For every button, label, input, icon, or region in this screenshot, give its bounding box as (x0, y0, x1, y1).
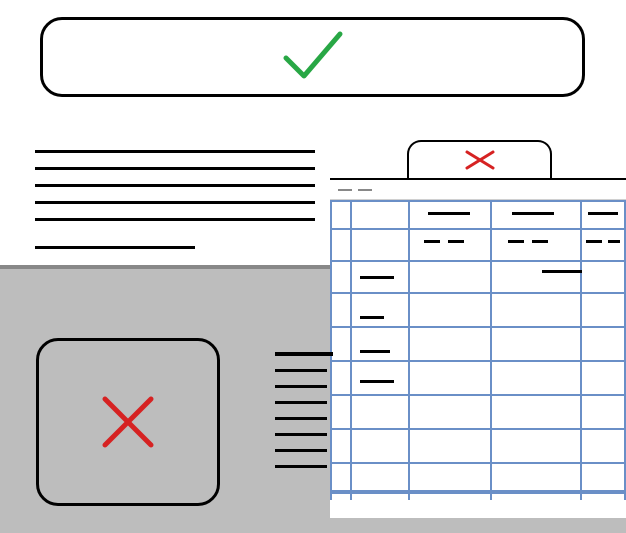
toolbar-icon (338, 189, 352, 191)
table-cell (360, 316, 384, 319)
table-cell (542, 270, 582, 273)
table-header-cell (588, 212, 618, 215)
x-icon (463, 149, 497, 171)
check-icon (278, 28, 348, 86)
table-toolbar (330, 180, 626, 200)
text-block-bottom (275, 352, 345, 481)
text-line (275, 369, 327, 372)
table-cell (532, 240, 548, 243)
text-line (35, 150, 315, 153)
table-footer-line (330, 490, 626, 494)
text-line (275, 401, 327, 404)
data-table[interactable] (330, 178, 626, 518)
error-tab[interactable] (407, 140, 552, 178)
header-confirm-box[interactable] (40, 17, 585, 97)
grid-hline (330, 462, 626, 464)
grid-hline (330, 326, 626, 328)
table-grid[interactable] (330, 200, 626, 500)
grid-vline (490, 200, 492, 500)
text-line (35, 201, 315, 204)
grid-hline (330, 200, 626, 202)
x-icon (93, 387, 163, 457)
grid-hline (330, 360, 626, 362)
text-block-top (35, 150, 315, 263)
text-line (275, 449, 327, 452)
table-header-cell (512, 212, 554, 215)
table-cell (586, 240, 602, 243)
table-cell (360, 276, 394, 279)
grid-vline (580, 200, 582, 500)
table-cell (448, 240, 464, 243)
table-cell (360, 380, 394, 383)
text-line (35, 167, 315, 170)
text-line (275, 417, 327, 420)
text-line (275, 465, 327, 468)
text-line (35, 246, 195, 249)
grid-hline (330, 228, 626, 230)
table-header-cell (428, 212, 470, 215)
grid-vline (350, 200, 352, 500)
table-cell (508, 240, 524, 243)
grid-vline (408, 200, 410, 500)
grid-hline (330, 428, 626, 430)
text-line (275, 385, 327, 388)
table-cell (424, 240, 440, 243)
image-placeholder[interactable] (36, 338, 220, 506)
text-line (275, 433, 327, 436)
table-cell (360, 350, 390, 353)
grid-hline (330, 292, 626, 294)
grid-hline (330, 394, 626, 396)
text-line (35, 184, 315, 187)
table-cell (608, 240, 620, 243)
toolbar-icon (358, 189, 372, 191)
text-line (35, 218, 315, 221)
grid-hline (330, 260, 626, 262)
text-line (275, 352, 333, 356)
